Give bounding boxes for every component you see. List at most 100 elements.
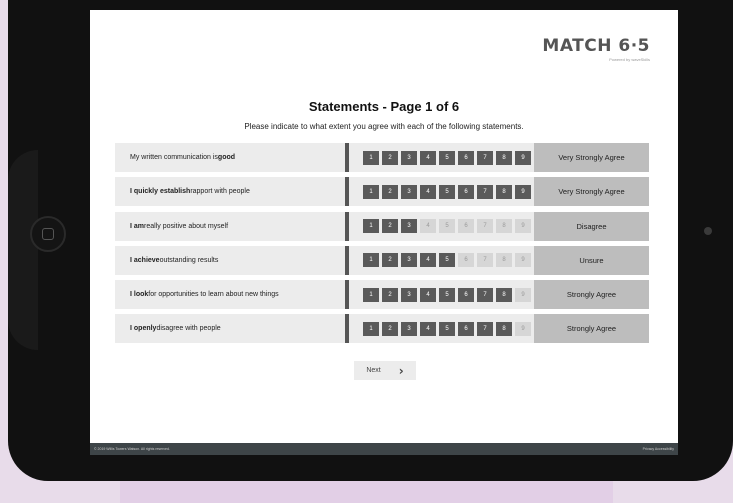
rating-option-3[interactable]: 3 [401,219,417,234]
rating-option-9[interactable]: 9 [515,253,531,268]
rating-option-1[interactable]: 1 [363,219,379,234]
rating-option-4[interactable]: 4 [420,219,436,234]
rating-option-4[interactable]: 4 [420,253,436,268]
home-square-icon [42,228,54,240]
rating-option-3[interactable]: 3 [401,184,417,199]
rating-option-6[interactable]: 6 [458,219,474,234]
rating-option-5[interactable]: 5 [439,219,455,234]
answer-label: Unsure [534,245,649,275]
statement-fragment: I openly [130,325,157,333]
statement-fragment: My written communication is [130,154,218,161]
brand-logo: MATCH 6·5 Powered by waveSkills [542,36,650,62]
rating-option-5[interactable]: 5 [439,287,455,302]
statement-row: My written communication is good 1 2 3 4 5 6 7 8… [115,143,649,172]
rating-scale: 123456789 [349,143,534,172]
rating-scale: 123456789 [349,177,534,207]
rating-option-8[interactable]: 8 [496,321,512,336]
rating-option-3[interactable]: 3 [401,287,417,302]
statement-fragment: I achieve [130,256,160,264]
rating-option-6[interactable]: 6 [458,150,474,165]
chevron-right-icon: › [398,363,404,378]
statement-fragment: for opportunities to learn about new thi… [148,291,279,299]
rating-option-8[interactable]: 8 [496,150,512,165]
rating-option-2[interactable]: 2 [382,321,398,336]
rating-option-9[interactable]: 9 [515,287,531,302]
rating-option-5[interactable]: 5 [439,321,455,336]
statement-row: I achieve outstanding results 1 2 3 4 5 6 7 8 9 Un… [115,245,649,275]
answer-label: Very Strongly Agree [534,177,649,207]
answer-label: Very Strongly Agree [534,143,649,172]
rating-option-7[interactable]: 7 [477,321,493,336]
rating-option-2[interactable]: 2 [382,184,398,199]
statement-text: I achieve outstanding results [115,245,345,275]
rating-scale: 123456789 [349,314,534,344]
statement-row: I quickly establish rapport with people 1… [115,177,649,207]
next-label: Next [366,367,381,374]
rating-option-8[interactable]: 8 [496,287,512,302]
rating-option-4[interactable]: 4 [420,287,436,302]
rating-option-3[interactable]: 3 [401,150,417,165]
rating-scale: 123456789 [349,280,534,310]
rating-option-7[interactable]: 7 [477,219,493,234]
statement-fragment: rapport with people [190,188,250,196]
answer-label: Disagree [534,211,649,241]
next-button[interactable]: Next › [354,361,416,380]
rating-option-6[interactable]: 6 [458,184,474,199]
statement-list: My written communication is good 1 2 3 4 5 6 7 8… [115,143,649,349]
rating-option-5[interactable]: 5 [439,150,455,165]
home-button[interactable] [30,216,66,252]
statement-text: I quickly establish rapport with people [115,177,345,207]
rating-option-9[interactable]: 9 [515,150,531,165]
rating-option-7[interactable]: 7 [477,253,493,268]
page-instructions: Please indicate to what extent you agree… [244,122,524,131]
tablet-bezel [8,150,38,350]
tablet-frame: MATCH 6·5 Powered by waveSkills Statemen… [8,0,733,481]
app-screen: MATCH 6·5 Powered by waveSkills Statemen… [90,10,678,455]
logo-text: MATCH 6·5 [542,36,650,56]
rating-scale: 123456789 [349,245,534,275]
rating-option-2[interactable]: 2 [382,287,398,302]
rating-option-6[interactable]: 6 [458,253,474,268]
rating-option-7[interactable]: 7 [477,287,493,302]
statement-row: I openly disagree with people 1 2 3 4 5 6 7 8 9 St… [115,314,649,344]
rating-option-1[interactable]: 1 [363,253,379,268]
rating-option-6[interactable]: 6 [458,287,474,302]
rating-option-8[interactable]: 8 [496,219,512,234]
rating-option-2[interactable]: 2 [382,253,398,268]
rating-option-5[interactable]: 5 [439,184,455,199]
rating-option-1[interactable]: 1 [363,150,379,165]
statement-fragment: outstanding results [159,256,219,264]
rating-option-9[interactable]: 9 [515,219,531,234]
statement-row: I am really positive about myself 1 2 3 4 5 6 7… [115,211,649,241]
rating-option-5[interactable]: 5 [439,253,455,268]
rating-option-3[interactable]: 3 [401,321,417,336]
answer-label: Strongly Agree [534,280,649,310]
rating-option-4[interactable]: 4 [420,150,436,165]
rating-option-1[interactable]: 1 [363,287,379,302]
statement-fragment: really positive about myself [144,222,229,230]
footer-bar: © 2019 Willis Towers Watson. All rights … [90,443,678,455]
rating-option-7[interactable]: 7 [477,184,493,199]
rating-option-7[interactable]: 7 [477,150,493,165]
statement-text: I look for opportunities to learn about … [115,280,345,310]
statement-fragment: I am [130,222,145,230]
logo-tagline: Powered by waveSkills [609,57,650,62]
statement-text: I openly disagree with people [115,314,345,344]
rating-option-6[interactable]: 6 [458,321,474,336]
rating-option-9[interactable]: 9 [515,321,531,336]
rating-option-4[interactable]: 4 [420,184,436,199]
rating-option-2[interactable]: 2 [382,150,398,165]
rating-option-8[interactable]: 8 [496,253,512,268]
footer-links[interactable]: Privacy Accessibility [643,447,674,451]
rating-option-3[interactable]: 3 [401,253,417,268]
rating-option-1[interactable]: 1 [363,184,379,199]
statement-fragment: I look [130,291,149,299]
rating-option-2[interactable]: 2 [382,219,398,234]
rating-option-8[interactable]: 8 [496,184,512,199]
page-title: Statements - Page 1 of 6 [308,99,460,114]
rating-option-9[interactable]: 9 [515,184,531,199]
rating-option-4[interactable]: 4 [420,321,436,336]
rating-option-1[interactable]: 1 [363,321,379,336]
footer-copyright: © 2019 Willis Towers Watson. All rights … [94,447,170,451]
statement-fragment: disagree with people [156,325,221,333]
